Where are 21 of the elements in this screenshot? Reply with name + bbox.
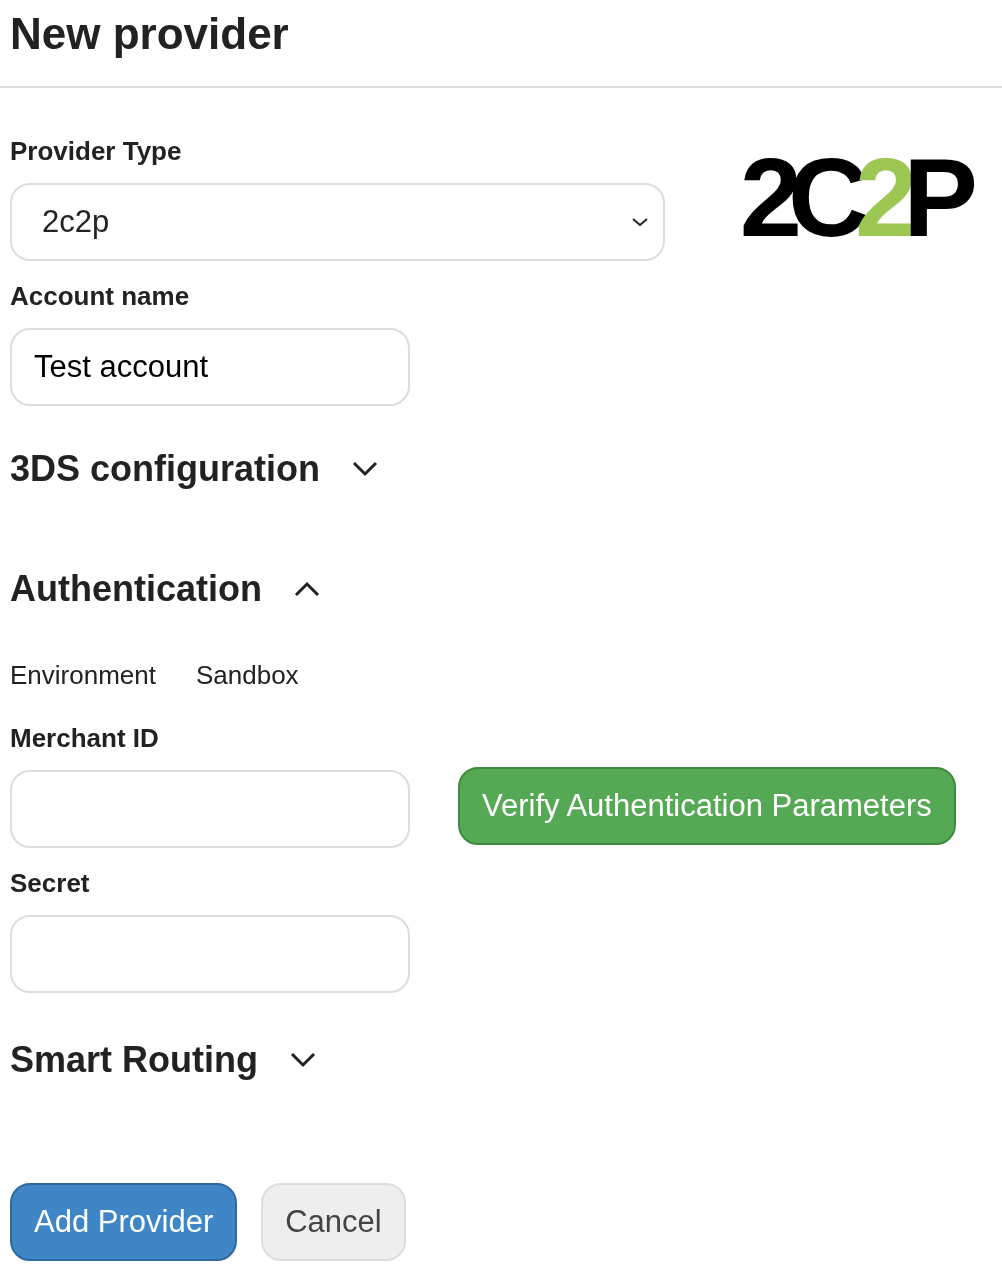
text-field[interactable]	[10, 770, 410, 848]
chevron-down-icon[interactable]	[352, 461, 378, 477]
chevron-down-icon[interactable]	[631, 216, 649, 228]
account-name-field[interactable]: Test account	[10, 328, 410, 406]
field-label: Secret	[10, 867, 90, 900]
field-label: Account name	[10, 280, 190, 313]
chevron-up-icon[interactable]	[294, 581, 320, 597]
section-heading[interactable]: Smart Routing	[10, 1033, 258, 1087]
field-label: Provider Type	[10, 135, 182, 168]
add-button[interactable]: Add Provider	[10, 1183, 238, 1261]
section-heading[interactable]: 3DS configuration	[10, 442, 320, 496]
page-title: New provider	[10, 8, 290, 60]
logo: 2C2P	[739, 142, 978, 254]
text-field[interactable]	[10, 915, 410, 993]
environment-value: Sandbox	[195, 659, 299, 692]
chevron-down-icon[interactable]	[290, 1052, 316, 1068]
cancel-button[interactable]: Cancel	[261, 1183, 406, 1261]
provider-type-select[interactable]: 2c2p	[10, 183, 665, 261]
section-heading[interactable]: Authentication	[10, 562, 262, 616]
field-label: Merchant ID	[10, 722, 159, 755]
environment-label: Environment	[10, 659, 156, 692]
